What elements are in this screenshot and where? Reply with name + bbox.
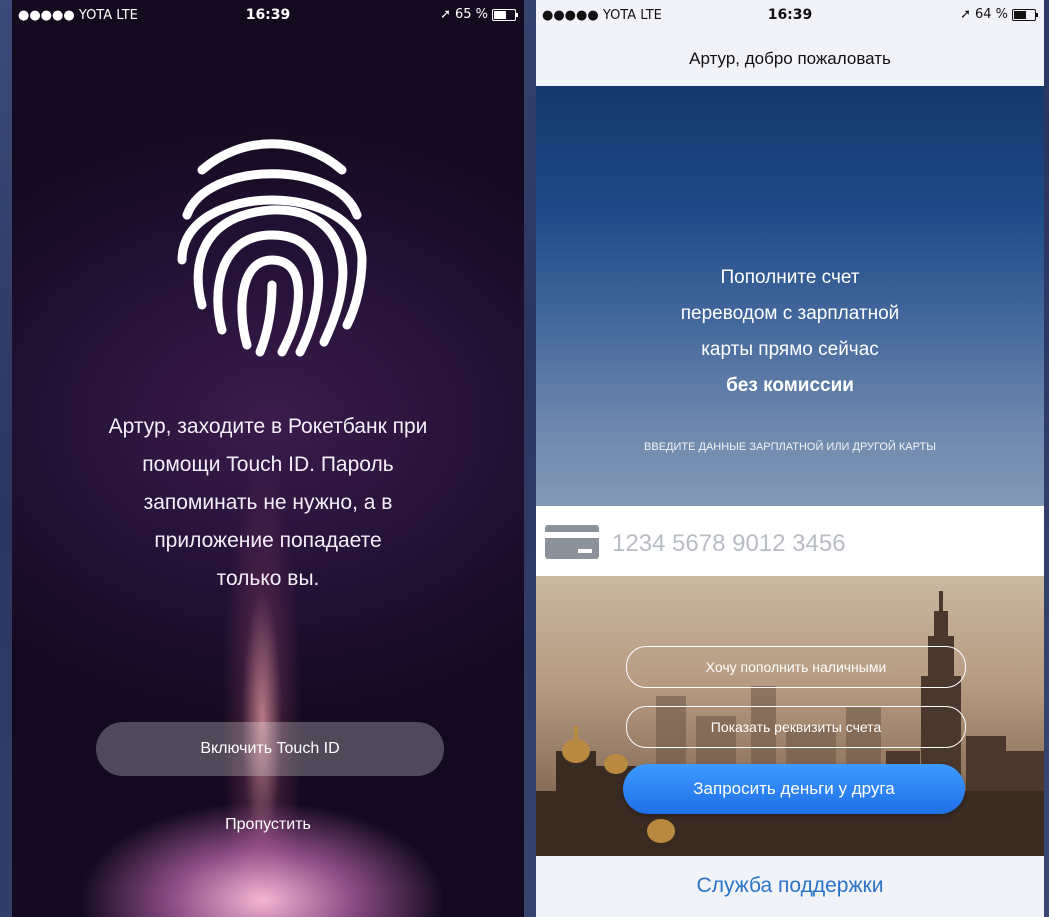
card-input-caption: ВВЕДИТЕ ДАННЫЕ ЗАРПЛАТНОЙ ИЛИ ДРУГОЙ КАР… (644, 441, 936, 453)
credit-card-icon (545, 525, 599, 559)
battery-icon (1012, 8, 1038, 21)
battery-indicator: ➚ 65 % (440, 7, 518, 22)
enable-touch-id-button[interactable]: Включить Touch ID (96, 722, 444, 776)
battery-icon (492, 8, 518, 21)
battery-indicator: ➚ 64 % (960, 7, 1038, 22)
page-title: Артур, добро пожаловать (536, 28, 1044, 86)
status-bar: ●●●●● YOTA LTE 16:39 ➚ 64 % (536, 0, 1044, 28)
location-arrow-icon: ➚ (960, 7, 971, 22)
welcome-screen: ●●●●● YOTA LTE 16:39 ➚ 64 % Артур, добро… (536, 0, 1044, 917)
promo-line: Пополните счет (720, 267, 860, 288)
promo-banner: Пополните счет переводом с зарплатной ка… (536, 86, 1044, 506)
show-requisites-button[interactable]: Показать реквизиты счета (626, 706, 966, 748)
message-line: запоминать не нужно, а в (143, 491, 393, 514)
touch-id-screen: ●●●●● YOTA LTE 16:39 ➚ 65 % Артур, заход… (12, 0, 524, 917)
promo-text: Пополните счет переводом с зарплатной ка… (536, 260, 1044, 404)
top-up-cash-button[interactable]: Хочу пополнить наличными (626, 646, 966, 688)
card-number-input[interactable] (610, 526, 1014, 562)
city-background: Хочу пополнить наличными Показать реквиз… (536, 576, 1044, 856)
battery-percent: 65 % (454, 7, 488, 22)
fingerprint-icon (177, 139, 367, 357)
promo-line: карты прямо сейчас (701, 339, 879, 360)
promo-line: переводом с зарплатной (680, 303, 900, 324)
promo-highlight: без комиссии (726, 375, 854, 396)
location-arrow-icon: ➚ (440, 7, 451, 22)
support-link[interactable]: Служба поддержки (536, 856, 1044, 917)
message-line: Артур, заходите в Рокетбанк при (108, 415, 428, 438)
message-line: только вы. (216, 567, 320, 590)
message-line: помощи Touch ID. Пароль (142, 453, 394, 476)
status-bar: ●●●●● YOTA LTE 16:39 ➚ 65 % (12, 0, 524, 28)
touch-id-message: Артур, заходите в Рокетбанк при помощи T… (52, 408, 484, 598)
message-line: приложение попадаете (154, 529, 382, 552)
battery-percent: 64 % (974, 7, 1008, 22)
request-money-button[interactable]: Запросить деньги у друга (623, 764, 965, 814)
card-number-field[interactable] (536, 506, 1044, 576)
skip-link[interactable]: Пропустить (12, 816, 524, 834)
